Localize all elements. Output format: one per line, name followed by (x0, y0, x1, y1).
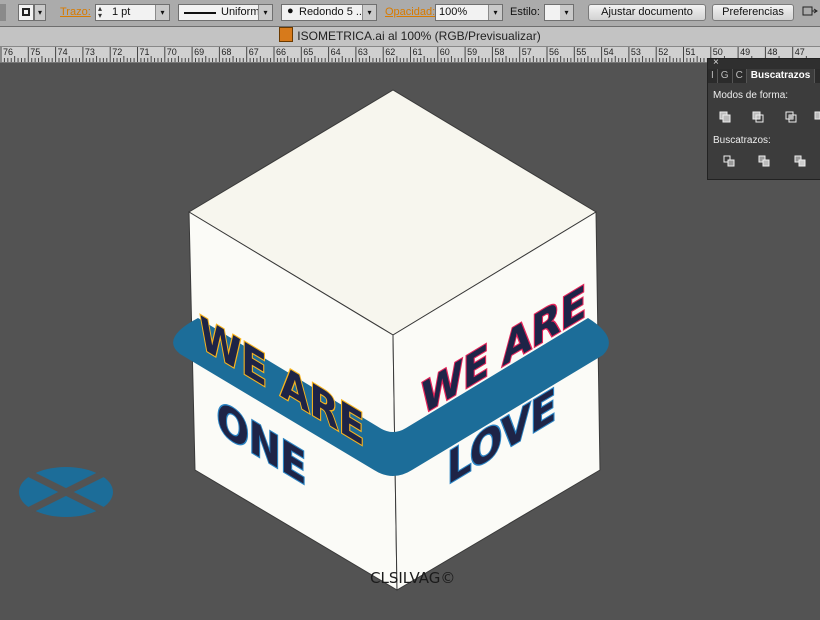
stroke-color-icon (22, 8, 30, 16)
stroke-color-swatch[interactable] (18, 4, 34, 21)
shape-mode-intersect-icon[interactable] (785, 111, 797, 123)
panel-grip[interactable] (0, 4, 6, 21)
close-icon[interactable]: × (713, 57, 719, 68)
shape-mode-unite-icon[interactable] (719, 111, 731, 123)
ruler-tick-label: 71 (139, 47, 150, 57)
opacity-label[interactable]: Opacidad: (385, 6, 435, 18)
ruler-tick-label: 66 (276, 47, 287, 57)
tab-i[interactable]: I (708, 69, 718, 83)
ruler-tick-label: 47 (794, 47, 805, 57)
ruler-tick-label: 56 (549, 47, 560, 57)
ruler-tick-label: 69 (194, 47, 205, 57)
stroke-color-dropdown[interactable]: ▾ (34, 4, 46, 21)
ruler-tick-label: 73 (84, 47, 95, 57)
tab-pathfinder[interactable]: Buscatrazos (746, 69, 816, 83)
stroke-weight-field[interactable]: ▴ ▾ 1 pt ▾ (95, 4, 170, 21)
ruler-tick-label: 65 (303, 47, 314, 57)
ruler-tick-label: 62 (385, 47, 396, 57)
document-setup-button[interactable]: Ajustar documento (588, 4, 706, 21)
ruler-tick-label: 50 (712, 47, 723, 57)
ruler-tick-label: 52 (658, 47, 669, 57)
ruler-ticks (0, 47, 818, 62)
pathfinders-label: Buscatrazos: (713, 135, 771, 146)
ruler-tick-label: 72 (112, 47, 123, 57)
document-title: ISOMETRICA.ai al 100% (RGB/Previsualizar… (297, 29, 541, 43)
tab-c[interactable]: C (733, 69, 747, 83)
ruler-tick-label: 51 (685, 47, 696, 57)
ruler-tick-label: 76 (3, 47, 14, 57)
ruler-tick-label: 67 (248, 47, 259, 57)
panel-header[interactable]: × (708, 57, 820, 69)
brush-definition[interactable]: ● Redondo 5 ... ▾ (281, 4, 377, 21)
opacity-field[interactable]: 100% ▾ (435, 4, 503, 21)
arrange-documents-icon[interactable] (802, 4, 818, 21)
preferences-button[interactable]: Preferencias (712, 4, 794, 21)
ruler-tick-label: 59 (467, 47, 478, 57)
ruler-tick-label: 48 (767, 47, 778, 57)
watermark-logo (19, 467, 113, 517)
variable-width-profile[interactable]: Uniforme ▾ (178, 4, 273, 21)
shape-modes-label: Modos de forma: (713, 90, 789, 101)
pathfinder-divide-icon[interactable] (723, 155, 735, 167)
stepper-icon[interactable]: ▴ ▾ (98, 5, 102, 20)
ruler-tick-label: 55 (576, 47, 587, 57)
ruler-tick-label: 58 (494, 47, 505, 57)
shape-mode-exclude-icon[interactable] (814, 111, 820, 123)
control-bar: ▾ Trazo: ▴ ▾ 1 pt ▾ Uniforme ▾ ● Redondo … (0, 0, 820, 27)
ruler-tick-label: 54 (603, 47, 614, 57)
ruler-tick-label: 49 (740, 47, 751, 57)
document-title-bar: ISOMETRICA.ai al 100% (RGB/Previsualizar… (0, 27, 820, 47)
style-label: Estilo: (510, 6, 540, 18)
opacity-value: 100% (439, 6, 468, 18)
ruler-tick-label: 61 (412, 47, 423, 57)
ruler-tick-label: 53 (630, 47, 641, 57)
stroke-label[interactable]: Trazo: (60, 6, 91, 18)
ruler-tick-label: 57 (521, 47, 532, 57)
pathfinder-trim-icon[interactable] (758, 155, 770, 167)
profile-line-icon (184, 12, 216, 14)
ruler-tick-label: 64 (330, 47, 341, 57)
artboard-canvas[interactable]: WE ARE ONE WE ARE LOVE CLSILVAG© (0, 63, 820, 615)
panel-tabs: I G C Buscatrazos (708, 69, 820, 83)
isometric-artwork[interactable]: WE ARE ONE WE ARE LOVE CLSILVAG© (0, 63, 820, 615)
brush-dot-icon: ● (287, 5, 294, 17)
pathfinder-merge-icon[interactable] (794, 155, 806, 167)
horizontal-ruler[interactable]: 76 75 74 73 72 71 70 69 68 67 66 65 64 63 62 61 60 59 58 57… (0, 47, 820, 63)
ruler-tick-label: 74 (57, 47, 68, 57)
brush-value: Redondo 5 ... (299, 6, 366, 18)
pathfinder-panel: × I G C Buscatrazos Modos de forma: Busc… (707, 57, 820, 180)
ruler-tick-label: 60 (439, 47, 450, 57)
stroke-weight-value: 1 pt (112, 6, 131, 18)
graphic-style-dropdown[interactable]: ▾ (560, 4, 574, 21)
signature-text: CLSILVAG© (370, 569, 455, 587)
ruler-tick-label: 68 (221, 47, 232, 57)
ruler-tick-label: 63 (357, 47, 368, 57)
tab-g[interactable]: G (718, 69, 733, 83)
ruler-tick-label: 70 (166, 47, 177, 57)
graphic-style-swatch[interactable] (544, 4, 561, 21)
shape-mode-minus-front-icon[interactable] (752, 111, 764, 123)
illustrator-file-icon (279, 27, 294, 42)
ruler-tick-label: 75 (30, 47, 41, 57)
